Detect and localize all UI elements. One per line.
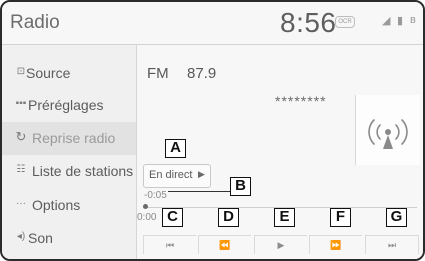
replay-icon: ↻ bbox=[15, 129, 27, 144]
callout-e: E bbox=[274, 208, 295, 227]
time-offset: -0:05 bbox=[144, 190, 167, 201]
sidebar-item-source[interactable]: ⊡ Source bbox=[2, 57, 136, 90]
callout-b-leader bbox=[168, 191, 230, 192]
callout-g: G bbox=[386, 208, 407, 227]
sidebar-item-label: Reprise radio bbox=[32, 130, 116, 146]
band-label: FM bbox=[147, 65, 169, 82]
radio-screen: Radio 8:56 OCR ◢ ▮ ʙ ⊡ Source ▪▪▪ Prérég… bbox=[0, 0, 425, 261]
live-button[interactable]: En direct ▶ bbox=[143, 164, 211, 188]
radio-broadcast-icon bbox=[368, 119, 408, 149]
sidebar-item-label: Son bbox=[28, 230, 53, 246]
sidebar-item-presets[interactable]: ▪▪▪ Préréglages bbox=[2, 89, 136, 122]
sidebar-item-options[interactable]: ··· Options bbox=[2, 189, 136, 222]
sidebar-item-station-list[interactable]: ☷ Liste de stations bbox=[2, 155, 136, 188]
options-icon: ··· bbox=[16, 198, 26, 209]
sidebar-item-label: Source bbox=[26, 65, 71, 81]
station-art bbox=[355, 95, 420, 165]
rewind-button[interactable]: ⏪ bbox=[198, 235, 251, 254]
fast-forward-button[interactable]: ⏩ bbox=[309, 235, 362, 254]
play-arrow-icon: ▶ bbox=[198, 169, 205, 179]
header-bar: Radio 8:56 OCR ◢ ▮ ʙ bbox=[2, 2, 423, 45]
sidebar-item-label: Options bbox=[32, 197, 81, 213]
sidebar-item-label: Préréglages bbox=[28, 97, 104, 113]
skip-forward-button[interactable]: ⏭ bbox=[365, 235, 419, 254]
sidebar-item-label: Liste de stations bbox=[32, 163, 134, 179]
skip-back-button[interactable]: ⏮ bbox=[143, 235, 196, 254]
station-list-icon: ☷ bbox=[16, 164, 26, 175]
sidebar-item-replay[interactable]: ↻ Reprise radio bbox=[2, 122, 136, 155]
callout-b: B bbox=[230, 177, 251, 196]
sidebar-item-sound[interactable]: ◂) Son bbox=[2, 222, 136, 255]
clock: 8:56 bbox=[280, 7, 337, 38]
callout-a: A bbox=[165, 139, 186, 158]
live-button-label: En direct bbox=[149, 169, 193, 181]
callout-f: F bbox=[330, 208, 351, 227]
station-text: ******** bbox=[275, 93, 327, 109]
sidebar: ⊡ Source ▪▪▪ Préréglages ↻ Reprise radio… bbox=[2, 45, 137, 259]
battery-icon: ▮ bbox=[397, 15, 404, 27]
frequency-value: 87.9 bbox=[187, 65, 217, 82]
callout-c: C bbox=[162, 208, 183, 227]
bluetooth-icon: ʙ bbox=[410, 14, 416, 26]
play-button[interactable]: ▶ bbox=[254, 235, 307, 254]
page-title: Radio bbox=[10, 12, 60, 33]
time-zero: 0:00 bbox=[137, 212, 157, 223]
status-badge: OCR bbox=[335, 16, 355, 28]
signal-icon: ◢ bbox=[382, 15, 391, 27]
timeshift-knob[interactable] bbox=[143, 204, 148, 209]
callout-d: D bbox=[218, 208, 239, 227]
